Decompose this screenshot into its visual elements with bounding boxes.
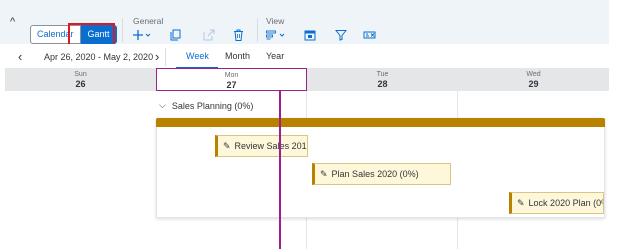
day-header-sun[interactable]: Sun 26 xyxy=(5,68,156,91)
collapse-toolbar-icon[interactable]: ^ xyxy=(10,16,15,28)
highlight-box xyxy=(68,23,115,46)
calendar-icon[interactable] xyxy=(304,28,316,42)
day-of-week: Wed xyxy=(526,71,541,78)
day-of-week: Mon xyxy=(224,72,239,79)
view-settings-icon[interactable] xyxy=(266,28,286,42)
clear-filter-icon[interactable] xyxy=(363,28,376,42)
task-label: Review Sales 2019 ... xyxy=(234,141,307,151)
day-of-week: Sun xyxy=(74,71,87,78)
toolbar: ^ Calendar Gantt General View xyxy=(0,0,609,46)
task-label: Plan Sales 2020 (0%) xyxy=(331,169,419,179)
nav-divider xyxy=(165,48,166,66)
task-bar[interactable]: ✎ Plan Sales 2020 (0%) xyxy=(312,163,451,185)
tab-week[interactable]: Week xyxy=(186,51,209,61)
toolbar-divider xyxy=(122,18,123,42)
day-of-week: Tue xyxy=(376,71,389,78)
group-row-sales-planning[interactable]: ⌵ Sales Planning (0%) xyxy=(159,100,253,111)
day-number: 28 xyxy=(377,79,388,89)
date-navigation-bar: ‹ Apr 26, 2020 - May 2, 2020 › Week Mont… xyxy=(0,44,609,70)
tab-year[interactable]: Year xyxy=(266,51,284,61)
general-group-title: General xyxy=(133,16,164,26)
day-number: 27 xyxy=(226,80,237,90)
next-period-button[interactable]: › xyxy=(155,50,159,64)
task-label: Lock 2020 Plan (0%) xyxy=(528,198,604,208)
day-header-row: Sun 26 Mon 27 Tue 28 Wed 29 xyxy=(5,68,609,91)
task-bar[interactable]: ✎ Lock 2020 Plan (0%) xyxy=(509,192,604,214)
task-edit-icon: ✎ xyxy=(320,169,328,179)
task-bar[interactable]: ✎ Review Sales 2019 ... xyxy=(215,135,308,157)
day-number: 29 xyxy=(528,79,539,89)
copy-icon[interactable] xyxy=(170,28,181,42)
day-header-wed[interactable]: Wed 29 xyxy=(458,68,609,91)
add-icon[interactable] xyxy=(133,28,151,42)
day-header-tue[interactable]: Tue 28 xyxy=(307,68,458,91)
filter-icon[interactable] xyxy=(335,28,347,42)
day-header-mon[interactable]: Mon 27 xyxy=(156,68,307,91)
chevron-down-icon[interactable]: ⌵ xyxy=(159,100,166,111)
day-number: 26 xyxy=(75,79,86,89)
toolbar-divider xyxy=(257,18,258,42)
task-edit-icon: ✎ xyxy=(517,198,525,208)
tab-month[interactable]: Month xyxy=(225,51,250,61)
date-range-picker[interactable]: Apr 26, 2020 - May 2, 2020 xyxy=(44,52,153,62)
group-summary-bar[interactable] xyxy=(156,118,605,127)
task-edit-icon: ✎ xyxy=(223,141,231,151)
current-time-indicator xyxy=(279,91,281,249)
previous-period-button[interactable]: ‹ xyxy=(18,50,22,64)
view-group-title: View xyxy=(266,16,285,26)
delete-icon[interactable] xyxy=(233,28,244,42)
group-label: Sales Planning (0%) xyxy=(171,100,254,111)
share-icon[interactable] xyxy=(203,28,215,42)
